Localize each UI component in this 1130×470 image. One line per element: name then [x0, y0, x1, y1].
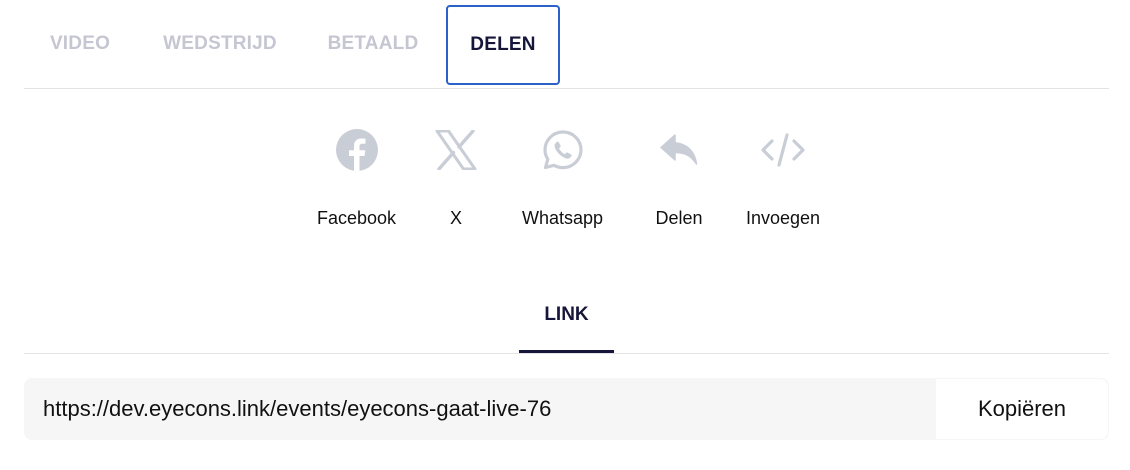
- share-url-input[interactable]: [24, 378, 934, 440]
- tab-wedstrijd[interactable]: WEDSTRIJD: [136, 0, 304, 88]
- share-delen-button[interactable]: Delen: [649, 120, 709, 229]
- tab-link[interactable]: LINK: [519, 280, 614, 353]
- copy-button[interactable]: Kopiëren: [936, 379, 1108, 439]
- share-facebook-button[interactable]: Facebook: [317, 120, 396, 229]
- share-url-box: Kopiëren: [24, 378, 1109, 440]
- share-whatsapp-button[interactable]: Whatsapp: [522, 120, 603, 229]
- reply-icon: [649, 120, 709, 180]
- facebook-icon: [327, 120, 387, 180]
- link-tabs: LINK: [24, 280, 1109, 354]
- tab-betaald[interactable]: BETAALD: [312, 0, 434, 88]
- share-x-label: X: [449, 208, 462, 228]
- x-icon: [426, 120, 486, 180]
- share-panel: VIDEO WEDSTRIJD BETAALD DELEN Facebook X: [0, 0, 1130, 470]
- share-delen-label: Delen: [655, 208, 703, 228]
- share-x-button[interactable]: X: [426, 120, 486, 229]
- whatsapp-icon: [533, 120, 593, 180]
- main-tabs: VIDEO WEDSTRIJD BETAALD DELEN: [24, 0, 1109, 89]
- code-icon: [753, 120, 813, 180]
- share-facebook-label: Facebook: [317, 208, 397, 228]
- share-invoegen-button[interactable]: Invoegen: [746, 120, 820, 229]
- tab-video[interactable]: VIDEO: [24, 0, 136, 88]
- share-whatsapp-label: Whatsapp: [522, 208, 604, 228]
- share-invoegen-label: Invoegen: [746, 208, 821, 228]
- tab-delen[interactable]: DELEN: [446, 5, 560, 85]
